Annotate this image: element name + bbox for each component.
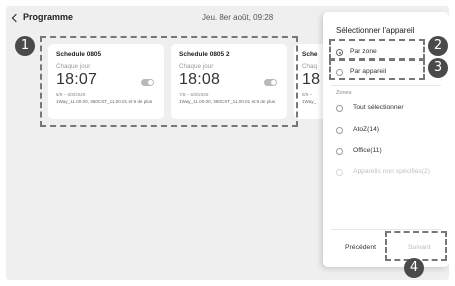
zone-radio-select-all[interactable] [336, 105, 343, 112]
schedule-toggle[interactable] [141, 79, 154, 86]
app-screen: Programme Jeu. 8er août, 09:28 Schedule … [6, 6, 449, 280]
schedule-dates: 7/8 – 5/8/2025 [179, 92, 209, 97]
zones-heading: Zones [336, 90, 352, 96]
schedule-title: Schedule 0805 [56, 51, 102, 58]
zone-radio-office[interactable] [336, 148, 343, 155]
schedule-repeat: Chaque jour [179, 63, 214, 70]
marker-1: 1 [15, 36, 35, 56]
zone-radio-atoz[interactable] [336, 127, 343, 134]
marker-2: 2 [428, 36, 448, 56]
zone-radio-unspecified [336, 169, 343, 176]
schedule-toggle[interactable] [264, 79, 277, 86]
marker-3: 3 [428, 58, 448, 78]
schedule-dates: 5/8 – 5/8/2025 [56, 92, 86, 97]
toggle-knob [148, 80, 153, 85]
chevron-left-icon [11, 13, 21, 22]
back-button[interactable]: Programme [11, 12, 74, 22]
next-button[interactable]: Suivant [408, 244, 431, 251]
panel-title: Sélectionner l'appareil [336, 26, 415, 35]
mode-radio-by-device[interactable] [336, 69, 343, 76]
previous-button[interactable]: Précédent [345, 244, 376, 251]
current-datetime: Jeu. 8er août, 09:28 [202, 13, 274, 22]
toggle-knob [271, 80, 276, 85]
page-title: Programme [23, 12, 74, 22]
schedule-card[interactable]: Schedule 0805 2 Chaque jour 18:08 7/8 – … [171, 44, 287, 119]
zone-label-office[interactable]: Office(11) [353, 147, 382, 154]
zone-label-unspecified: Appareils non spécifiés(2) [353, 168, 430, 175]
mode-radio-by-zone[interactable] [336, 49, 343, 56]
schedule-devices: 1Way_11.00.00, 360CST_11.00.01 et 9 de p… [179, 99, 276, 104]
zone-label-select-all[interactable]: Tout sélectionner [353, 104, 404, 111]
marker-4: 4 [404, 258, 424, 278]
footer-divider [331, 229, 441, 230]
schedule-title: Schedule 0805 2 [179, 51, 230, 58]
mode-label-by-device[interactable]: Par appareil [350, 68, 386, 75]
mode-label-by-zone[interactable]: Par zone [350, 48, 377, 55]
schedule-devices: 1Way_11.00.00, 360CST_11.00.01 et 9 de p… [56, 99, 153, 104]
schedule-card[interactable]: Schedule 0805 Chaque jour 18:07 5/8 – 5/… [48, 44, 164, 119]
divider [331, 85, 441, 86]
schedule-repeat: Chaque jour [56, 63, 91, 70]
zone-label-atoz[interactable]: AtoZ(14) [353, 126, 379, 133]
